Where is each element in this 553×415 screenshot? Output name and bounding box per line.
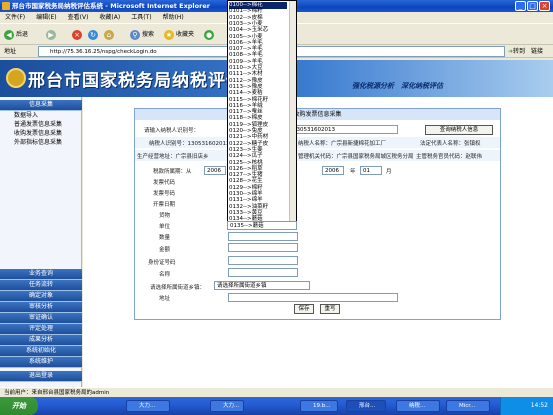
nav-item-data-import[interactable]: 数据导入 [0, 111, 82, 120]
menu-view[interactable]: 查看(V) [68, 14, 89, 21]
back-arrow-icon: ◀ [4, 29, 14, 40]
task-5[interactable]: 纳税... [396, 400, 440, 412]
menu-favorites[interactable]: 收藏(A) [99, 14, 120, 21]
dropdown-scrollbar[interactable] [289, 1, 296, 227]
period-year-unit: 年 [350, 169, 356, 175]
minimize-button[interactable]: _ [515, 1, 526, 11]
period-to-month-select[interactable]: 01 [360, 166, 382, 175]
favorites-button[interactable]: ★ 收藏夹 [164, 28, 194, 42]
address-field-label: 地址 [159, 296, 171, 302]
id-number-input[interactable] [228, 256, 298, 265]
task-1[interactable]: 大力... [126, 400, 170, 412]
links-label[interactable]: 链接 [531, 46, 543, 57]
nav-header-collection[interactable]: 信息采集 [0, 100, 82, 111]
period-from-year-select[interactable]: 2006 [204, 166, 226, 175]
task-2[interactable]: 大力... [210, 400, 244, 412]
maximize-button[interactable]: □ [527, 1, 538, 11]
back-button[interactable]: ◀ 后退 [4, 28, 28, 42]
tax-authority-text: 管理机关代码：广宗县国家税务局城区税务分局 [298, 154, 414, 160]
left-nav: 信息采集 数据导入 普通发票信息采集 收购发票信息采集 外部指标信息采集 业务查… [0, 97, 82, 387]
menu-edit[interactable]: 编辑(E) [36, 14, 56, 21]
address-label: 地址 [4, 48, 17, 55]
legal-rep-text: 法定代表人名称：张镇权 [420, 141, 481, 147]
query-taxpayer-button[interactable]: 查询纳税人信息 [425, 125, 493, 135]
nav-audit-analysis[interactable]: 审核分析 [0, 302, 82, 313]
taxpayer-name-text: 纳税人名称：广宗县新捷棉花加工厂 [298, 141, 387, 147]
nav-verify-confirm[interactable]: 审证确认 [0, 313, 82, 324]
search-icon: ⚲ [130, 29, 140, 40]
go-button[interactable]: ➜转到 [508, 46, 525, 57]
media-icon: ● [204, 29, 214, 40]
nav-item-external-index[interactable]: 外部指标信息采集 [0, 138, 82, 147]
invoice-code-label: 发票代码 [153, 180, 176, 186]
period-label: 税款所属期：从 [153, 169, 192, 175]
forward-arrow-icon: ▶ [46, 29, 56, 40]
site-slogan: 强化税源分析 深化纳税评估 [352, 82, 443, 90]
ie-icon [2, 2, 10, 10]
search-button[interactable]: ⚲ 搜索 [130, 28, 154, 42]
goods-select[interactable]: 0135-->蘑菇 [227, 221, 297, 230]
nav-system-init[interactable]: 系统初始化 [0, 346, 82, 357]
task-3[interactable]: 19.b... [300, 400, 338, 412]
taxpayer-id-input[interactable]: 130531602013 [290, 125, 398, 134]
tax-emblem-icon [6, 68, 26, 88]
status-bar: 当前用户：来自邢台县国家税务局的admin [0, 387, 553, 397]
address-field-input[interactable] [228, 293, 398, 302]
start-button[interactable]: 开始 [0, 397, 38, 415]
save-button[interactable]: 保存 [294, 304, 314, 314]
nav-business-query[interactable]: 业务查询 [0, 269, 82, 280]
business-address-text: 生产经营地址：广宗县旧店乡 [137, 154, 209, 160]
street-select[interactable]: 请选择所属街道乡镇 [214, 281, 310, 290]
refresh-button[interactable]: ↻ [88, 28, 100, 42]
menu-help[interactable]: 帮助(H) [163, 14, 184, 21]
nav-result-analysis[interactable]: 成果分析 [0, 335, 82, 346]
period-month-unit: 月 [386, 169, 392, 175]
street-label: 请选择所属街道乡镇： [150, 285, 206, 291]
refresh-icon: ↻ [88, 29, 98, 40]
media-button[interactable]: ● [204, 28, 216, 42]
taskbar: 开始 大力... 大力... 19.b... 邢台... 纳税... Micr.… [0, 397, 553, 415]
forward-button[interactable]: ▶ [46, 28, 58, 42]
quantity-label: 数量 [159, 235, 171, 241]
nav-system-maintain[interactable]: 系统维护 [0, 357, 82, 368]
amount-label: 金额 [159, 247, 171, 253]
period-to-year-select[interactable]: 2006 [322, 166, 344, 175]
nav-task-flow[interactable]: 任务流转 [0, 280, 82, 291]
invoice-date-label: 开票日期 [153, 202, 176, 208]
system-tray-clock: 14:52 [500, 397, 553, 415]
nav-evaluation[interactable]: 评定处理 [0, 324, 82, 335]
amount-input[interactable] [228, 243, 298, 252]
reset-button[interactable]: 重写 [320, 304, 340, 314]
unit-label: 单位 [159, 224, 171, 230]
taxpayer-id-prompt: 请输入纳税人识别号： [144, 128, 200, 134]
home-button[interactable]: ⌂ [104, 28, 116, 42]
nav-determine-object[interactable]: 确定对象 [0, 291, 82, 302]
menu-tools[interactable]: 工具(T) [131, 14, 151, 21]
nav-item-purchase-invoice[interactable]: 收购发票信息采集 [0, 129, 82, 138]
quantity-input[interactable] [228, 232, 298, 241]
nav-logout[interactable]: 退出登录 [0, 371, 82, 382]
stop-icon: × [72, 29, 82, 40]
invoice-number-label: 发票号码 [153, 191, 176, 197]
stop-button[interactable]: × [72, 28, 84, 42]
home-icon: ⌂ [104, 29, 114, 40]
tax-officer-text: 主管税务官员代码：赵联伟 [416, 154, 483, 160]
name-label: 名称 [159, 272, 171, 278]
form-title: 收购发票信息采集 [135, 109, 500, 120]
taxpayer-id-text: 纳税人识别号：130531602013 [149, 141, 230, 147]
task-6[interactable]: Micr... [446, 400, 490, 412]
nav-item-normal-invoice[interactable]: 普通发票信息采集 [0, 120, 82, 129]
star-icon: ★ [164, 29, 174, 40]
menu-file[interactable]: 文件(F) [5, 14, 25, 21]
name-input[interactable] [228, 268, 298, 277]
id-number-label: 身份证号码 [148, 260, 176, 266]
task-4[interactable]: 邢台... [346, 400, 386, 412]
close-button[interactable]: × [539, 1, 550, 11]
goods-dropdown-list[interactable]: 0100-->棉花 0101-->棉籽 0102-->皮棉 0103-->小麦 0104… [227, 0, 297, 228]
goods-label: 货物 [159, 213, 171, 219]
